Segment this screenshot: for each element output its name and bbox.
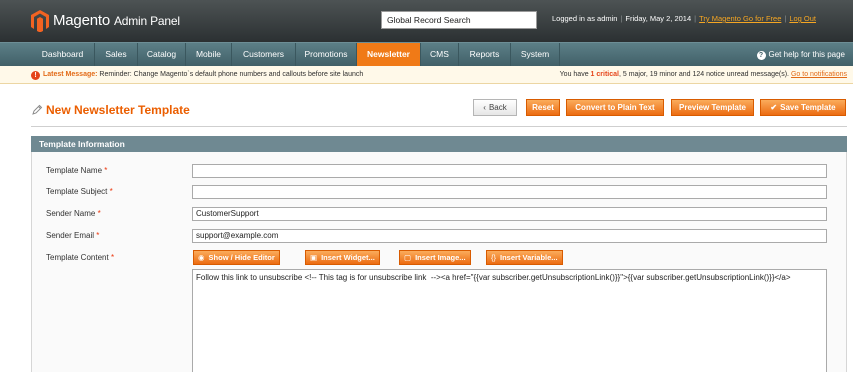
brand-subtitle: Admin Panel: [113, 14, 180, 28]
template-content-label-text: Template Content: [46, 253, 109, 262]
save-check-icon: ✔: [770, 103, 778, 112]
convert-plain-text-button[interactable]: Convert to Plain Text: [566, 99, 664, 116]
save-template-button[interactable]: ✔ Save Template: [760, 99, 846, 116]
show-hide-editor-label: Show / Hide Editor: [208, 253, 275, 262]
notification-summary: You have 1 critical, 5 major, 19 minor a…: [560, 71, 847, 78]
main-nav: Dashboard Sales Catalog Mobile Customers…: [0, 42, 853, 66]
template-subject-label-text: Template Subject: [46, 187, 108, 196]
message-bar: ! Latest Message: Reminder: Change Magent…: [0, 66, 853, 84]
required-mark: *: [104, 166, 108, 175]
sender-name-label-text: Sender Name: [46, 209, 96, 218]
user-bar: Logged in as admin | Friday, May 2, 2014 | T…: [552, 14, 817, 23]
reset-button[interactable]: Reset: [526, 99, 560, 116]
insert-widget-button[interactable]: ▣ Insert Widget...: [305, 250, 380, 265]
nav-catalog[interactable]: Catalog: [138, 43, 186, 66]
back-button[interactable]: ‹ Back: [473, 99, 517, 116]
back-label: Back: [488, 103, 507, 112]
template-subject-input[interactable]: [192, 185, 827, 199]
template-content-label: Template Content *: [46, 253, 114, 262]
brand-name: Magento: [53, 12, 110, 29]
help-link[interactable]: ? Get help for this page: [756, 50, 846, 60]
required-mark: *: [96, 231, 100, 240]
save-label: Save Template: [780, 103, 836, 112]
variable-icon: {}: [491, 253, 497, 262]
magento-logo-icon: [31, 10, 49, 32]
insert-image-button[interactable]: ▢ Insert Image...: [399, 250, 471, 265]
nav-promotions[interactable]: Promotions: [296, 43, 357, 66]
nav-dashboard[interactable]: Dashboard: [31, 43, 95, 66]
nav-cms[interactable]: CMS: [421, 43, 459, 66]
nav-newsletter[interactable]: Newsletter: [357, 43, 421, 66]
logged-in-text: Logged in as admin: [552, 14, 618, 23]
required-mark: *: [110, 253, 115, 262]
logout-link[interactable]: Log Out: [789, 14, 816, 23]
insert-variable-label: Insert Variable...: [500, 253, 558, 262]
required-mark: *: [109, 187, 113, 196]
notifications-link[interactable]: Go to notifications: [791, 71, 847, 78]
try-go-link[interactable]: Try Magento Go for Free: [699, 14, 781, 23]
sender-email-input[interactable]: support@example.com: [192, 229, 827, 243]
preview-template-button[interactable]: Preview Template: [671, 99, 754, 116]
help-text: Get help for this page: [768, 50, 846, 59]
nav-reports[interactable]: Reports: [459, 43, 511, 66]
show-hide-editor-button[interactable]: ◉ Show / Hide Editor: [193, 250, 280, 265]
template-name-label-text: Template Name: [46, 166, 103, 175]
sender-name-input[interactable]: CustomerSupport: [192, 207, 827, 221]
nav-customers[interactable]: Customers: [232, 43, 296, 66]
sender-email-label-text: Sender Email: [46, 231, 95, 240]
title-divider: [31, 126, 847, 127]
page-title: New Newsletter Template: [46, 103, 190, 117]
help-icon: ?: [756, 51, 766, 60]
admin-header: Magento Admin Panel Global Record Search…: [0, 0, 853, 42]
toggle-editor-icon: ◉: [198, 253, 205, 262]
template-name-input[interactable]: [192, 164, 827, 178]
insert-widget-label: Insert Widget...: [321, 253, 375, 262]
template-name-label: Template Name *: [46, 166, 107, 175]
latest-message-label: Latest Message:: [43, 71, 98, 78]
insert-variable-button[interactable]: {} Insert Variable...: [486, 250, 563, 265]
date-text: Friday, May 2, 2014: [625, 14, 692, 23]
brand-title[interactable]: Magento Admin Panel: [53, 12, 180, 29]
widget-icon: ▣: [310, 253, 318, 262]
warning-icon: !: [31, 71, 40, 80]
sender-name-label: Sender Name *: [46, 209, 101, 218]
required-mark: *: [97, 209, 101, 218]
global-search-input[interactable]: Global Record Search: [381, 11, 537, 29]
insert-image-label: Insert Image...: [415, 253, 466, 262]
sender-email-label: Sender Email *: [46, 231, 99, 240]
section-header: Template Information: [31, 136, 847, 152]
latest-message: ! Latest Message: Reminder: Change Magent…: [31, 71, 363, 80]
template-subject-label: Template Subject *: [46, 187, 113, 196]
nav-sales[interactable]: Sales: [95, 43, 138, 66]
notification-counts: , 5 major, 19 minor and 124 notice unrea…: [618, 71, 790, 78]
nav-mobile[interactable]: Mobile: [186, 43, 232, 66]
critical-count: 1 critical: [590, 71, 619, 78]
latest-message-text: Reminder: Change Magento`s default phone…: [99, 71, 364, 78]
template-content-textarea[interactable]: Follow this link to unsubscribe <!-- Thi…: [192, 269, 827, 372]
notification-prefix: You have: [559, 71, 591, 78]
nav-system[interactable]: System: [511, 43, 560, 66]
edit-pencil-icon: [32, 104, 43, 115]
back-arrow-icon: ‹: [483, 103, 486, 112]
image-icon: ▢: [404, 253, 412, 262]
